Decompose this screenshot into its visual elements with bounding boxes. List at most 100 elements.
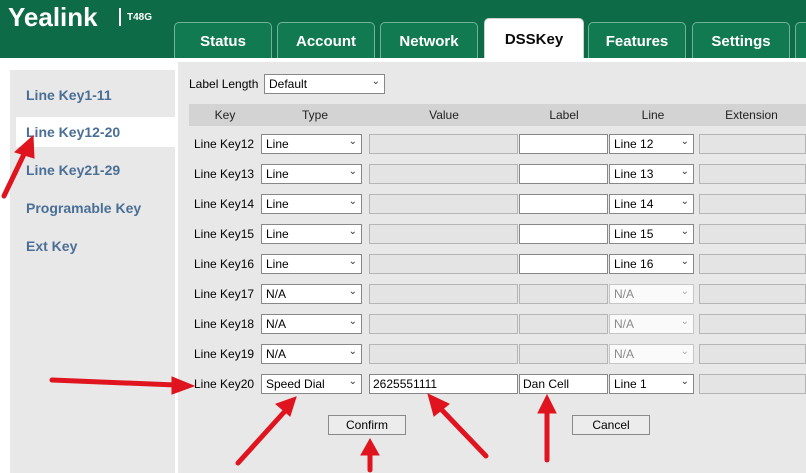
type-value: Line	[266, 197, 289, 211]
tab-status[interactable]: Status	[174, 22, 272, 58]
line-select[interactable]: Line 13 ⌄	[609, 164, 694, 184]
tab-account[interactable]: Account	[277, 22, 375, 58]
sidebar-item-ext-key[interactable]: Ext Key	[26, 238, 77, 254]
line-value: Line 12	[614, 137, 654, 151]
chevron-down-icon: ⌄	[680, 286, 689, 297]
sidebar-item-programable-key[interactable]: Programable Key	[26, 200, 141, 216]
model-label: T48G	[127, 12, 153, 23]
line-select[interactable]: Line 14 ⌄	[609, 194, 694, 214]
header-label: Label	[549, 108, 579, 122]
sidebar-item-line-key1-11[interactable]: Line Key1-11	[26, 87, 112, 103]
extension-input[interactable]	[699, 344, 806, 364]
type-value: Line	[266, 137, 289, 151]
value-input[interactable]	[369, 314, 518, 334]
line-select[interactable]: Line 15 ⌄	[609, 224, 694, 244]
label-input[interactable]	[519, 314, 608, 334]
value-input[interactable]	[369, 254, 518, 274]
line-select[interactable]: Line 1 ⌄	[609, 374, 694, 394]
tab-dsskey[interactable]: DSSKey	[484, 18, 584, 58]
type-select[interactable]: N/A ⌄	[261, 284, 362, 304]
table-header: Key Type Value Label Line Extension	[189, 104, 806, 126]
type-value: N/A	[266, 317, 287, 331]
chevron-down-icon: ⌄	[371, 76, 380, 87]
type-value: Line	[266, 167, 289, 181]
label-length-select[interactable]: Default ⌄	[264, 74, 385, 94]
chevron-down-icon: ⌄	[680, 196, 689, 207]
type-select[interactable]: Line ⌄	[261, 134, 362, 154]
chevron-down-icon: ⌄	[348, 376, 357, 387]
row-key-label: Line Key19	[194, 347, 255, 361]
label-input[interactable]	[519, 224, 608, 244]
extension-input[interactable]	[699, 374, 806, 394]
chevron-down-icon: ⌄	[348, 286, 357, 297]
type-select[interactable]: Line ⌄	[261, 164, 362, 184]
line-value: Line 13	[614, 167, 654, 181]
label-input[interactable]: Dan Cell	[519, 374, 608, 394]
type-value: Line	[266, 257, 289, 271]
line-value: Line 15	[614, 227, 654, 241]
extension-input[interactable]	[699, 134, 806, 154]
logo-separator	[119, 8, 121, 26]
sidebar-item-line-key12-20[interactable]: Line Key12-20	[16, 117, 178, 147]
chevron-down-icon: ⌄	[348, 136, 357, 147]
type-value: N/A	[266, 347, 287, 361]
line-value: Line 16	[614, 257, 654, 271]
line-select: N/A ⌄	[609, 314, 694, 334]
tab-more[interactable]	[795, 22, 806, 58]
tab-network[interactable]: Network	[380, 22, 478, 58]
label-input[interactable]	[519, 254, 608, 274]
chevron-down-icon: ⌄	[680, 256, 689, 267]
value-input[interactable]	[369, 344, 518, 364]
value-input[interactable]	[369, 194, 518, 214]
value-input[interactable]: 2625551111	[369, 374, 518, 394]
tab-features[interactable]: Features	[588, 22, 686, 58]
cancel-button[interactable]: Cancel	[572, 415, 650, 435]
line-select[interactable]: Line 16 ⌄	[609, 254, 694, 274]
sidebar-item-line-key21-29[interactable]: Line Key21-29	[26, 162, 120, 178]
label-input[interactable]	[519, 344, 608, 364]
extension-input[interactable]	[699, 224, 806, 244]
line-select[interactable]: Line 12 ⌄	[609, 134, 694, 154]
chevron-down-icon: ⌄	[680, 226, 689, 237]
extension-input[interactable]	[699, 254, 806, 274]
row-key-label: Line Key14	[194, 197, 255, 211]
type-select[interactable]: N/A ⌄	[261, 314, 362, 334]
chevron-down-icon: ⌄	[680, 376, 689, 387]
confirm-button[interactable]: Confirm	[328, 415, 406, 435]
tab-settings[interactable]: Settings	[692, 22, 790, 58]
row-key-label: Line Key20	[194, 377, 255, 391]
header-line: Line	[641, 108, 665, 122]
extension-input[interactable]	[699, 314, 806, 334]
value-input[interactable]	[369, 134, 518, 154]
extension-input[interactable]	[699, 164, 806, 184]
value-input[interactable]	[369, 164, 518, 184]
type-select[interactable]: Line ⌄	[261, 224, 362, 244]
type-select[interactable]: Line ⌄	[261, 254, 362, 274]
label-length-label: Label Length	[189, 77, 259, 91]
line-value: N/A	[614, 287, 635, 301]
yealink-logo: Yealink	[8, 2, 98, 32]
type-value: N/A	[266, 287, 287, 301]
label-input[interactable]	[519, 164, 608, 184]
header-key: Key	[214, 108, 236, 122]
row-key-label: Line Key15	[194, 227, 255, 241]
type-select[interactable]: Line ⌄	[261, 194, 362, 214]
label-input[interactable]	[519, 134, 608, 154]
label-input[interactable]	[519, 194, 608, 214]
value-input[interactable]	[369, 284, 518, 304]
row-key-label: Line Key13	[194, 167, 255, 181]
header-value: Value	[429, 108, 459, 122]
chevron-down-icon: ⌄	[348, 346, 357, 357]
line-value: N/A	[614, 347, 635, 361]
extension-input[interactable]	[699, 194, 806, 214]
chevron-down-icon: ⌄	[348, 226, 357, 237]
line-value: Line 1	[614, 377, 647, 391]
label-input[interactable]	[519, 284, 608, 304]
line-select: N/A ⌄	[609, 284, 694, 304]
chevron-down-icon: ⌄	[680, 346, 689, 357]
type-select[interactable]: Speed Dial ⌄	[261, 374, 362, 394]
extension-input[interactable]	[699, 284, 806, 304]
row-key-label: Line Key17	[194, 287, 255, 301]
type-select[interactable]: N/A ⌄	[261, 344, 362, 364]
value-input[interactable]	[369, 224, 518, 244]
